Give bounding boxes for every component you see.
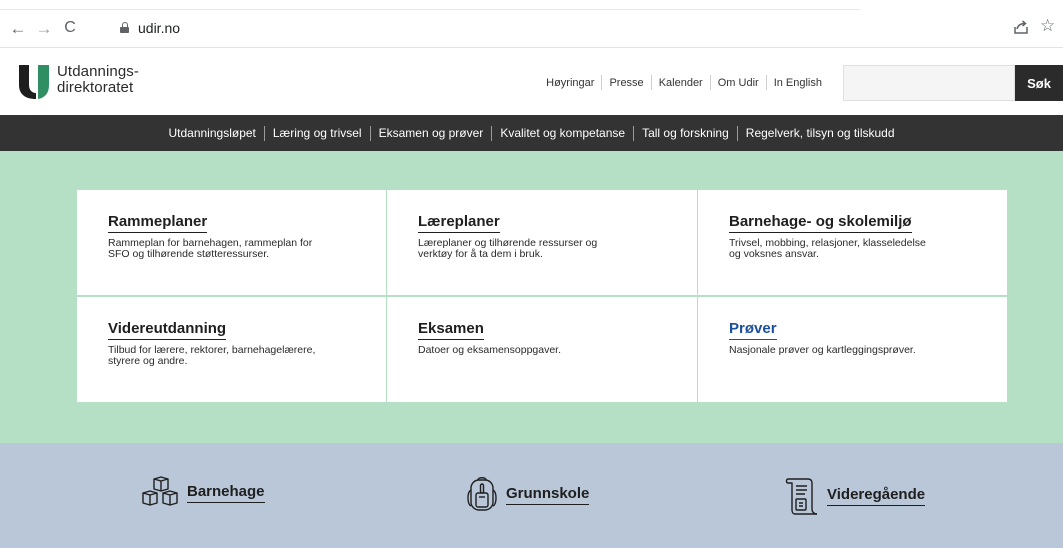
featured-section: Rammeplaner Rammeplan for barnehagen, ra… bbox=[0, 151, 1063, 443]
card-desc-line: Nasjonale prøver og kartleggingsprøver. bbox=[729, 344, 916, 356]
nav-item-regelverk[interactable]: Regelverk, tilsyn og tilskudd bbox=[738, 126, 903, 140]
blocks-icon bbox=[142, 476, 178, 506]
share-icon[interactable] bbox=[1012, 18, 1030, 36]
top-links: Høyringar Presse Kalender Om Udir In Eng… bbox=[539, 75, 829, 90]
card-prover[interactable]: Prøver Nasjonale prøver og kartleggingsp… bbox=[698, 297, 1007, 402]
scroll-icon bbox=[785, 478, 818, 515]
site-header: Utdannings- direktoratet Høyringar Press… bbox=[0, 49, 1063, 115]
card-desc-line: Datoer og eksamensoppgaver. bbox=[418, 344, 562, 356]
card-desc-line: styrere og andre. bbox=[108, 355, 188, 367]
stage-barnehage[interactable]: Barnehage bbox=[141, 476, 265, 510]
backpack-icon bbox=[467, 477, 497, 511]
stage-videregaende[interactable]: Videregående bbox=[785, 476, 926, 516]
card-grid: Rammeplaner Rammeplan for barnehagen, ra… bbox=[77, 190, 1007, 402]
udir-logo-icon[interactable] bbox=[17, 63, 51, 99]
card-title[interactable]: Læreplaner bbox=[418, 213, 500, 233]
card-title[interactable]: Rammeplaner bbox=[108, 213, 208, 233]
card-title[interactable]: Prøver bbox=[729, 320, 777, 340]
logo-wordmark[interactable]: Utdannings- direktoratet bbox=[57, 64, 139, 96]
school-stages-section: Barnehage Grunnskole Videregående bbox=[0, 443, 1063, 548]
card-desc-line: SFO og tilhørende støtteressurser. bbox=[108, 248, 270, 260]
card-title[interactable]: Eksamen bbox=[418, 320, 484, 340]
top-link-in-english[interactable]: In English bbox=[767, 77, 829, 89]
card-description: Læreplaner og tilhørende ressurser og ve… bbox=[418, 238, 667, 260]
browser-toolbar: ← → C udir.no ☆ bbox=[0, 0, 1063, 48]
nav-item-utdanningslopet[interactable]: Utdanningsløpet bbox=[160, 126, 263, 140]
card-rammeplaner[interactable]: Rammeplaner Rammeplan for barnehagen, ra… bbox=[77, 190, 386, 295]
star-icon[interactable]: ☆ bbox=[1040, 16, 1055, 36]
card-videreutdanning[interactable]: Videreutdanning Tilbud for lærere, rekto… bbox=[77, 297, 386, 402]
search-button[interactable]: Søk bbox=[1015, 65, 1063, 101]
card-desc-line: og voksnes ansvar. bbox=[729, 248, 819, 260]
card-title[interactable]: Videreutdanning bbox=[108, 320, 227, 340]
top-link-hoyringar[interactable]: Høyringar bbox=[539, 77, 601, 89]
card-description: Rammeplan for barnehagen, rammeplan for … bbox=[108, 238, 356, 260]
nav-item-kvalitet-og-kompetanse[interactable]: Kvalitet og kompetanse bbox=[492, 126, 633, 140]
stage-label[interactable]: Barnehage bbox=[187, 483, 265, 503]
card-barnehage-og-skolemiljo[interactable]: Barnehage- og skolemiljø Trivsel, mobbin… bbox=[698, 190, 1007, 295]
nav-item-tall-og-forskning[interactable]: Tall og forskning bbox=[634, 126, 737, 140]
forward-arrow-icon[interactable]: → bbox=[34, 18, 54, 38]
top-link-presse[interactable]: Presse bbox=[602, 77, 650, 89]
card-desc-line: verktøy for å ta dem i bruk. bbox=[418, 248, 543, 260]
address-bar-url[interactable]: udir.no bbox=[138, 20, 180, 36]
lock-icon[interactable] bbox=[120, 22, 129, 33]
card-description: Nasjonale prøver og kartleggingsprøver. bbox=[729, 345, 977, 356]
top-link-om-udir[interactable]: Om Udir bbox=[711, 77, 766, 89]
logo-line-1: Utdannings- bbox=[57, 63, 139, 80]
card-description: Tilbud for lærere, rektorer, barnehagelæ… bbox=[108, 345, 356, 367]
card-laereplaner[interactable]: Læreplaner Læreplaner og tilhørende ress… bbox=[387, 190, 697, 295]
main-nav: Utdanningsløpet Læring og trivsel Eksame… bbox=[0, 115, 1063, 151]
logo-line-2: direktoratet bbox=[57, 79, 134, 96]
top-link-kalender[interactable]: Kalender bbox=[652, 77, 710, 89]
reload-icon[interactable]: C bbox=[60, 18, 80, 38]
card-description: Datoer og eksamensoppgaver. bbox=[418, 345, 667, 356]
stage-label[interactable]: Videregående bbox=[827, 486, 926, 506]
card-eksamen[interactable]: Eksamen Datoer og eksamensoppgaver. bbox=[387, 297, 697, 402]
card-title[interactable]: Barnehage- og skolemiljø bbox=[729, 213, 912, 233]
nav-item-eksamen-og-prover[interactable]: Eksamen og prøver bbox=[371, 126, 492, 140]
stage-grunnskole[interactable]: Grunnskole bbox=[464, 476, 590, 514]
stage-label[interactable]: Grunnskole bbox=[506, 485, 590, 505]
card-description: Trivsel, mobbing, relasjoner, klasselede… bbox=[729, 238, 977, 260]
back-arrow-icon[interactable]: ← bbox=[8, 18, 28, 38]
search-input[interactable] bbox=[843, 65, 1015, 101]
nav-item-laering-og-trivsel[interactable]: Læring og trivsel bbox=[265, 126, 370, 140]
tab-strip-divider bbox=[0, 9, 860, 10]
